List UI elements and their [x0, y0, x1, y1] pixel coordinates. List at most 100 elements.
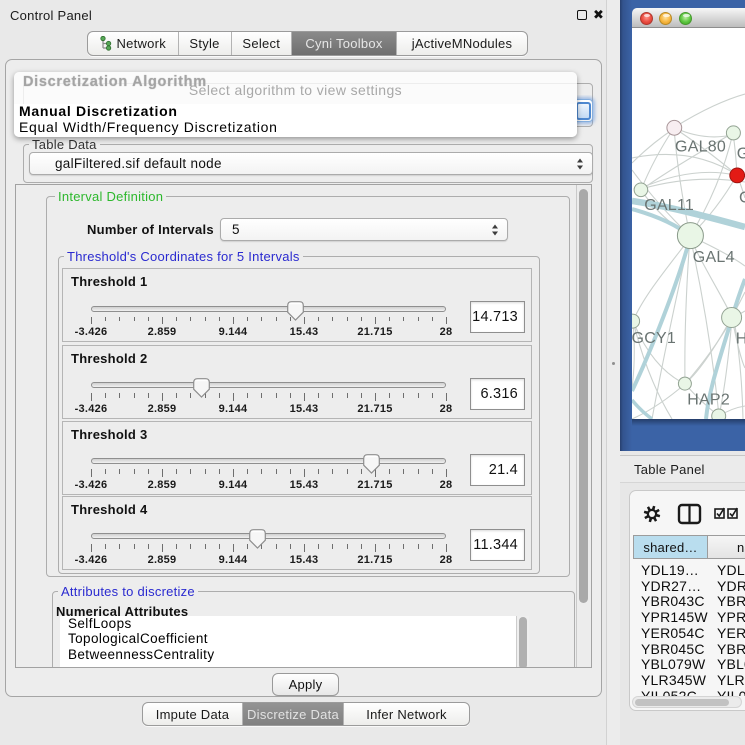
- cell-name: YDR2: [717, 578, 745, 594]
- tab-style[interactable]: Style: [179, 32, 232, 55]
- cell-name: YLR3: [717, 672, 745, 688]
- slider-thumb[interactable]: [193, 378, 210, 398]
- algorithm-combo-prompt: Select algorithm to view settings: [14, 82, 577, 98]
- network-node-label: GCY1: [632, 330, 676, 347]
- cell-name: YDL1: [717, 562, 745, 578]
- threshold-value-field[interactable]: 21.4: [470, 454, 525, 486]
- slider-thumb[interactable]: [249, 529, 266, 549]
- gear-icon[interactable]: [644, 506, 660, 522]
- tab-network[interactable]: Network: [88, 32, 179, 55]
- minimize-window-icon[interactable]: [659, 12, 672, 25]
- cell-name: YER0: [717, 625, 745, 641]
- slider-ticks: [91, 469, 446, 477]
- numerical-attributes-list[interactable]: SelfLoopsTopologicalCoefficientBetweenne…: [60, 616, 518, 668]
- network-canvas[interactable]: GAL80GACGAL11GAL4GCY1HHAP2: [632, 28, 745, 419]
- attributes-list-scrollbar[interactable]: [516, 616, 529, 668]
- tab-impute-data[interactable]: Impute Data: [143, 703, 243, 725]
- threshold-panel: Threshold 2-3.4262.8599.14415.4321.71528…: [62, 345, 532, 419]
- attribute-list-item[interactable]: BetweennessCentrality: [60, 647, 518, 662]
- table-panel-titlebar: Table Panel: [620, 455, 745, 483]
- split-columns-icon[interactable]: [679, 505, 700, 523]
- network-node-label: H: [736, 330, 745, 347]
- slider-tick-label: 15.43: [290, 326, 319, 338]
- column-header-name[interactable]: name: [707, 535, 745, 559]
- settings-scrollbar-thumb[interactable]: [579, 189, 588, 603]
- close-window-icon[interactable]: [640, 12, 653, 25]
- network-node[interactable]: [678, 377, 691, 390]
- panel-gap: [606, 0, 621, 745]
- column-header-shared-name[interactable]: shared…: [633, 535, 708, 559]
- checkbox-checked-icon[interactable]: [715, 508, 724, 518]
- number-of-intervals-label: Number of Intervals: [87, 222, 214, 237]
- network-edge[interactable]: [632, 128, 675, 163]
- checkbox-checked-icon[interactable]: [728, 508, 737, 518]
- cell-shared-name: YBL079W: [641, 656, 705, 672]
- attribute-list-item[interactable]: SelfLoops: [60, 616, 518, 631]
- network-window-titlebar[interactable]: [632, 8, 745, 28]
- table-row[interactable]: YPR145WYPR1: [633, 609, 745, 625]
- network-edge[interactable]: [634, 238, 690, 319]
- number-of-intervals-combobox[interactable]: 5: [220, 218, 508, 241]
- cell-shared-name: YBR045C: [641, 641, 705, 657]
- table-row[interactable]: YDR27…YDR2: [633, 578, 745, 594]
- control-panel-tabs: NetworkStyleSelectCyni ToolboxjActiveMNo…: [87, 31, 528, 56]
- dropdown-item[interactable]: Equal Width/Frequency Discretization: [14, 120, 577, 136]
- table-row[interactable]: YBL079WYBL0: [633, 656, 745, 672]
- tab-jactivemnodules[interactable]: jActiveMNodules: [397, 32, 527, 55]
- tab-cyni-toolbox[interactable]: Cyni Toolbox: [292, 32, 397, 55]
- tab-label: Infer Network: [366, 707, 447, 722]
- network-node[interactable]: [712, 409, 726, 419]
- network-node[interactable]: [634, 183, 648, 197]
- table-row[interactable]: YBR045CYBR0: [633, 641, 745, 657]
- zoom-window-icon[interactable]: [679, 12, 692, 25]
- network-node[interactable]: [632, 314, 640, 328]
- tab-infer-network[interactable]: Infer Network: [344, 703, 469, 725]
- table-panel-title: Table Panel: [634, 462, 705, 477]
- tab-select[interactable]: Select: [232, 32, 293, 55]
- slider-thumb[interactable]: [287, 301, 304, 321]
- network-node[interactable]: [722, 308, 742, 328]
- network-edge[interactable]: [675, 94, 745, 127]
- network-edge-highlighted[interactable]: [632, 400, 652, 419]
- slider-tick-label: 2.859: [148, 326, 177, 338]
- table-row[interactable]: YER054CYER0: [633, 625, 745, 641]
- dropdown-item[interactable]: Manual Discretization: [14, 104, 577, 120]
- splitter-grip[interactable]: [612, 362, 615, 365]
- slider-thumb[interactable]: [363, 454, 380, 474]
- apply-button[interactable]: Apply: [272, 673, 339, 696]
- network-edge[interactable]: [641, 128, 674, 190]
- screenshot-stage: Control Panel ✖ NetworkStyleSelectCyni T…: [0, 0, 745, 745]
- table-data-combobox[interactable]: galFiltered.sif default node: [29, 152, 593, 175]
- table-row[interactable]: YLR345WYLR3: [633, 672, 745, 688]
- table-row[interactable]: YBR043CYBR0: [633, 593, 745, 609]
- table-hscrollbar-thumb[interactable]: [635, 699, 729, 706]
- cell-name: YBR0: [717, 593, 745, 609]
- close-panel-icon[interactable]: ✖: [593, 7, 604, 23]
- combo-arrow-button[interactable]: [576, 102, 591, 120]
- table-row[interactable]: YDL19…YDL1: [633, 562, 745, 578]
- network-edge-highlighted[interactable]: [632, 238, 690, 391]
- threshold-value-field[interactable]: 11.344: [470, 529, 525, 561]
- table-row[interactable]: YIL052CYIL0: [633, 688, 745, 696]
- interval-definition-title: Interval Definition: [55, 189, 166, 204]
- table-toolbar: [629, 492, 745, 532]
- network-edge[interactable]: [675, 128, 732, 137]
- cyni-toolbox-panel: Table Data galFiltered.sif default node …: [5, 59, 602, 697]
- network-node[interactable]: [726, 126, 740, 140]
- threshold-value-field[interactable]: 14.713: [470, 301, 525, 333]
- threshold-value-field[interactable]: 6.316: [470, 378, 525, 410]
- network-node[interactable]: [677, 223, 703, 249]
- settings-scrollbar[interactable]: [576, 185, 591, 667]
- network-node[interactable]: [667, 120, 682, 135]
- tab-discretize-data[interactable]: Discretize Data: [243, 703, 344, 725]
- float-panel-icon[interactable]: [577, 10, 587, 20]
- attribute-list-item[interactable]: TopologicalCoefficient: [60, 631, 518, 646]
- attributes-group-title: Attributes to discretize: [58, 584, 198, 599]
- slider-track[interactable]: [91, 533, 446, 539]
- network-node[interactable]: [730, 168, 745, 183]
- slider-track[interactable]: [91, 382, 446, 388]
- slider-track[interactable]: [91, 306, 446, 312]
- slider-track[interactable]: [91, 458, 446, 464]
- table-horizontal-scrollbar[interactable]: [632, 696, 742, 708]
- network-edge[interactable]: [632, 384, 685, 419]
